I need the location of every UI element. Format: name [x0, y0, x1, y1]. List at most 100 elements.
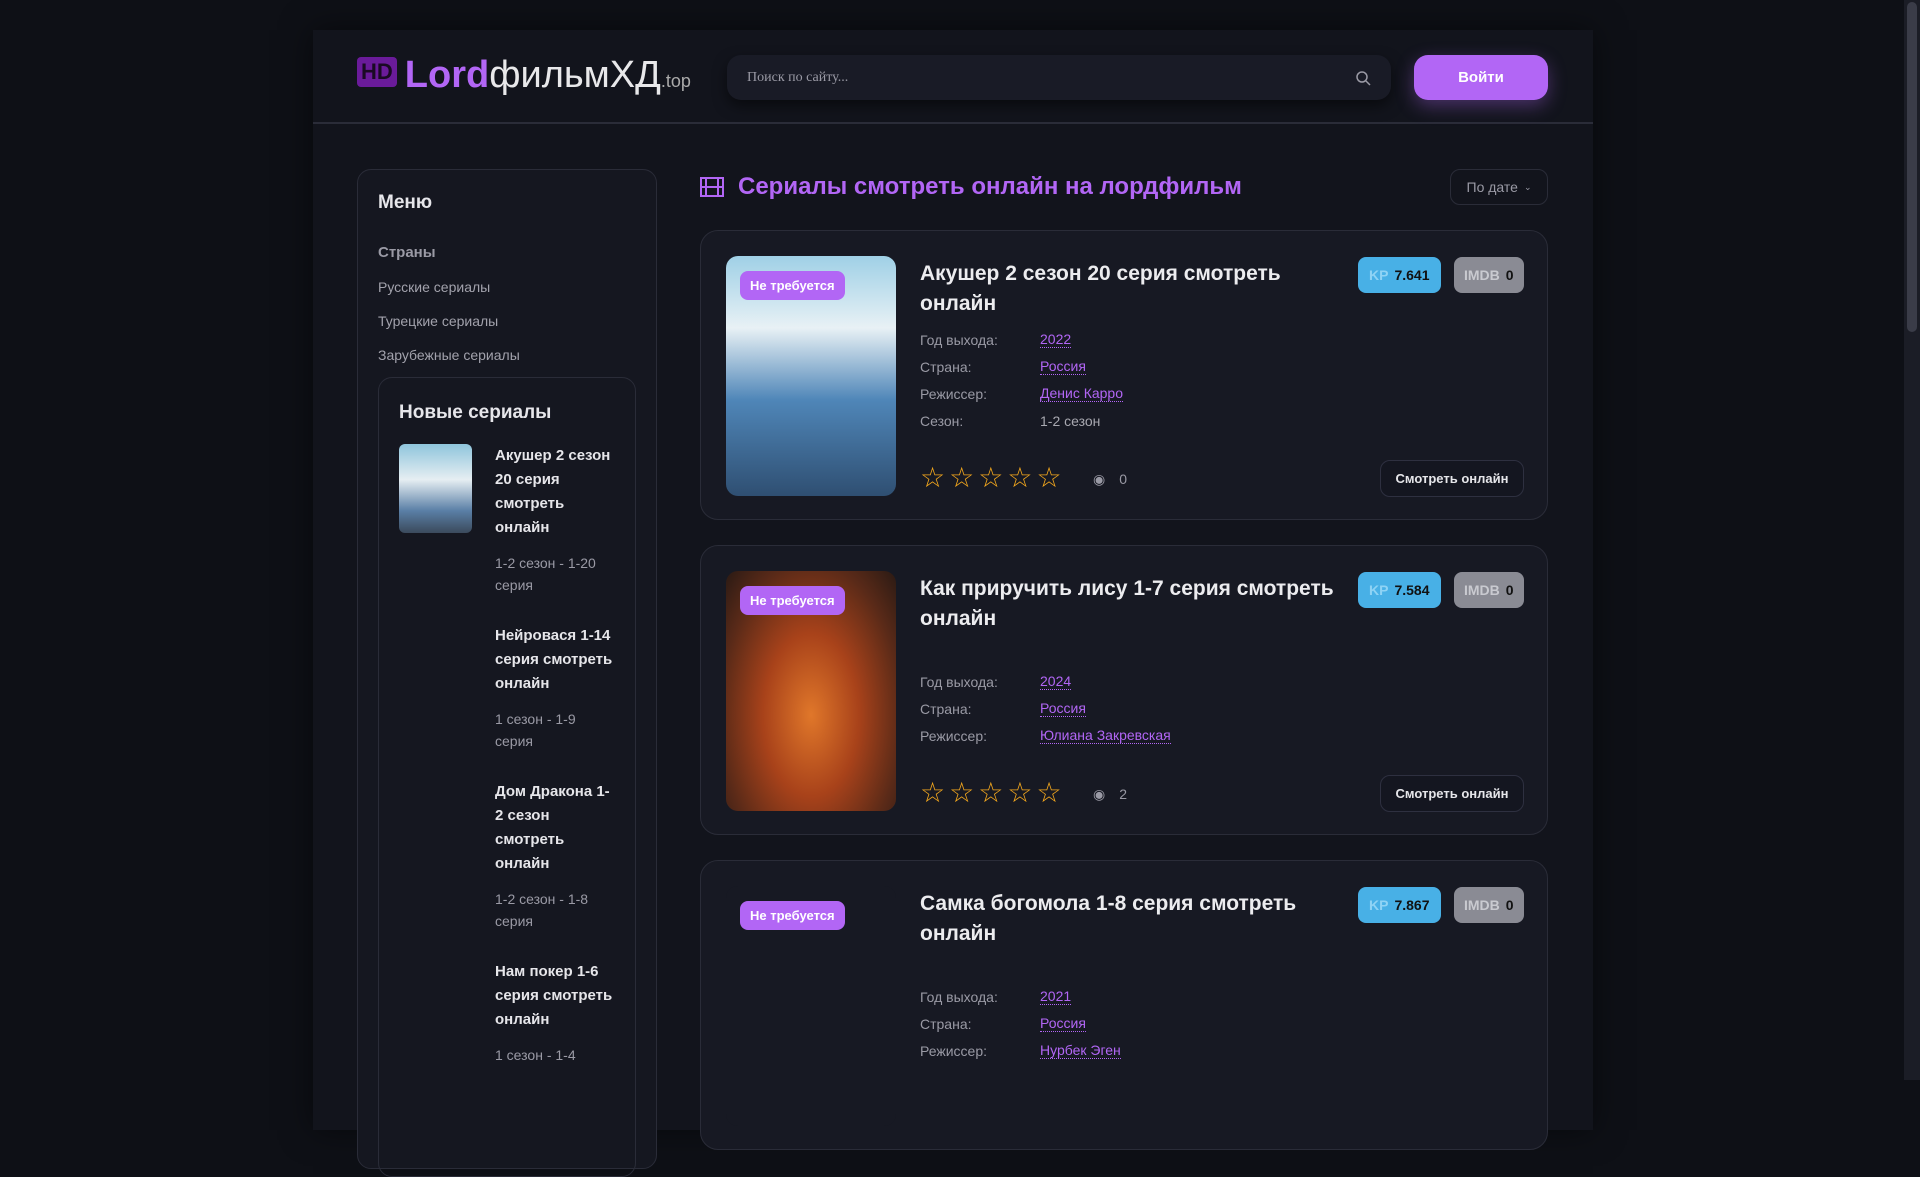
new-series-item[interactable]: Нам покер 1-6 серия смотреть онлайн 1 сез…	[399, 960, 615, 1066]
views-count: ◉ 2	[1093, 786, 1128, 802]
thumbnail[interactable]	[399, 444, 472, 533]
year-link[interactable]: 2024	[1040, 673, 1072, 690]
star-icon[interactable]: ☆	[1036, 461, 1061, 494]
card-title[interactable]: Акушер 2 сезон 20 серия смотреть онлайн	[920, 259, 1340, 319]
star-rating[interactable]: ☆ ☆ ☆ ☆ ☆	[920, 461, 1062, 494]
page-container: HD Lord фильмХД .top Войти Меню Страны Р…	[313, 30, 1593, 1177]
country-link[interactable]: Россия	[1040, 358, 1086, 375]
sidebar-link-turkish[interactable]: Турецкие сериалы	[378, 313, 636, 329]
search-icon[interactable]	[1355, 70, 1371, 86]
thumbnail[interactable]	[399, 780, 472, 869]
poster[interactable]: Не требуется	[726, 256, 896, 496]
new-series-item[interactable]: Нейровася 1-14 серия смотреть онлайн 1 се…	[399, 624, 615, 752]
new-series-title-link[interactable]: Дом Дракона 1-2 сезон смотреть онлайн	[495, 780, 615, 876]
new-series-meta: 1 сезон - 1-4	[495, 1047, 576, 1063]
new-series-meta: 1-2 сезон - 1-20 серия	[495, 555, 596, 593]
director-link[interactable]: Юлиана Закревская	[1040, 727, 1171, 744]
year-link[interactable]: 2022	[1040, 331, 1072, 348]
imdb-rating-badge: IMDB 0	[1454, 572, 1524, 608]
sidebar-link-russian[interactable]: Русские сериалы	[378, 279, 636, 295]
film-icon	[700, 177, 724, 197]
star-rating[interactable]: ☆ ☆ ☆ ☆ ☆	[920, 776, 1062, 809]
logo-lord: Lord	[404, 54, 490, 96]
new-series-meta: 1-2 сезон - 1-8 серия	[495, 891, 589, 929]
card-title[interactable]: Самка богомола 1-8 серия смотреть онлайн	[920, 889, 1340, 949]
sidebar: Меню Страны Русские сериалы Турецкие сер…	[357, 169, 657, 1177]
series-card: Не требуется Как приручить лису 1-7 сери…	[700, 545, 1548, 835]
eye-icon: ◉	[1093, 471, 1106, 487]
year-link[interactable]: 2021	[1040, 988, 1072, 1005]
scrollbar[interactable]	[1904, 0, 1920, 1080]
new-series-title-link[interactable]: Нейровася 1-14 серия смотреть онлайн	[495, 624, 615, 696]
info-label: Страна:	[920, 1015, 972, 1032]
eye-icon: ◉	[1093, 786, 1106, 802]
info-label: Год выхода:	[920, 673, 998, 690]
sort-label: По дате	[1466, 179, 1518, 195]
status-badge: Не требуется	[740, 586, 845, 615]
star-icon[interactable]: ☆	[978, 461, 1003, 494]
page-title: Сериалы смотреть онлайн на лордфильм	[738, 173, 1242, 200]
director-link[interactable]: Нурбек Эген	[1040, 1042, 1121, 1059]
logo-hd-badge: HD	[357, 57, 397, 87]
chevron-down-icon: ⌄	[1523, 181, 1532, 192]
status-badge: Не требуется	[740, 901, 845, 930]
series-card: Не требуется Акушер 2 сезон 20 серия смо…	[700, 230, 1548, 520]
star-icon[interactable]: ☆	[949, 776, 974, 809]
info-label: Режиссер:	[920, 385, 987, 402]
section-title: Сериалы смотреть онлайн на лордфильм	[700, 169, 1548, 205]
new-series-title-link[interactable]: Нам покер 1-6 серия смотреть онлайн	[495, 960, 615, 1032]
info-label: Страна:	[920, 700, 972, 717]
thumbnail[interactable]	[399, 624, 472, 713]
new-series-title: Новые сериалы	[399, 402, 552, 423]
new-series-title-link[interactable]: Акушер 2 сезон 20 серия смотреть онлайн	[495, 444, 615, 540]
status-badge: Не требуется	[740, 271, 845, 300]
header: HD Lord фильмХД .top Войти	[313, 30, 1593, 124]
star-icon[interactable]: ☆	[920, 461, 945, 494]
search-box	[727, 55, 1391, 100]
star-icon[interactable]: ☆	[920, 776, 945, 809]
kp-rating-badge: KP 7.867	[1358, 887, 1441, 923]
watch-online-button[interactable]: Смотреть онлайн	[1380, 460, 1524, 497]
kp-rating-badge: KP 7.584	[1358, 572, 1441, 608]
info-label: Режиссер:	[920, 727, 987, 744]
star-icon[interactable]: ☆	[1007, 461, 1032, 494]
info-label: Год выхода:	[920, 331, 998, 348]
country-link[interactable]: Россия	[1040, 1015, 1086, 1032]
season-value: 1-2 сезон	[1040, 412, 1101, 429]
director-link[interactable]: Денис Карро	[1040, 385, 1124, 402]
star-icon[interactable]: ☆	[978, 776, 1003, 809]
menu-title: Меню	[378, 192, 433, 213]
imdb-rating-badge: IMDB 0	[1454, 887, 1524, 923]
watch-online-button[interactable]: Смотреть онлайн	[1380, 775, 1524, 812]
star-icon[interactable]: ☆	[1007, 776, 1032, 809]
search-input[interactable]	[747, 69, 1327, 86]
info-label: Режиссер:	[920, 1042, 987, 1059]
card-info: Год выхода: 2024 Страна: Россия Режиссер: Ю…	[920, 668, 1171, 749]
countries-heading: Страны	[378, 244, 436, 261]
site-logo[interactable]: HD Lord фильмХД .top	[357, 54, 691, 97]
kp-rating-badge: KP 7.641	[1358, 257, 1441, 293]
info-label: Сезон:	[920, 412, 964, 429]
star-icon[interactable]: ☆	[949, 461, 974, 494]
main-content: Сериалы смотреть онлайн на лордфильм По …	[700, 169, 1548, 1150]
new-series-meta: 1 сезон - 1-9 серия	[495, 711, 576, 749]
card-title[interactable]: Как приручить лису 1-7 серия смотреть он…	[920, 574, 1340, 634]
card-info: Год выхода: 2022 Страна: Россия Режиссер: Д…	[920, 326, 1124, 434]
new-series-item[interactable]: Акушер 2 сезон 20 серия смотреть онлайн 1…	[399, 444, 615, 596]
views-count: ◉ 0	[1093, 471, 1128, 487]
imdb-rating-badge: IMDB 0	[1454, 257, 1524, 293]
poster[interactable]: Не требуется	[726, 886, 896, 1126]
login-button[interactable]: Войти	[1414, 55, 1548, 100]
country-link[interactable]: Россия	[1040, 700, 1086, 717]
series-card: Не требуется Самка богомола 1-8 серия см…	[700, 860, 1548, 1150]
logo-film: фильмХД	[489, 54, 661, 96]
sidebar-link-foreign[interactable]: Зарубежные сериалы	[378, 347, 636, 363]
thumbnail[interactable]	[399, 960, 472, 1049]
scrollbar-thumb[interactable]	[1907, 2, 1917, 332]
poster[interactable]: Не требуется	[726, 571, 896, 811]
new-series-item[interactable]: Дом Дракона 1-2 сезон смотреть онлайн 1-2…	[399, 780, 615, 932]
logo-tld: .top	[660, 71, 691, 91]
info-label: Страна:	[920, 358, 972, 375]
star-icon[interactable]: ☆	[1036, 776, 1061, 809]
sort-dropdown[interactable]: По дате ⌄	[1450, 169, 1548, 205]
